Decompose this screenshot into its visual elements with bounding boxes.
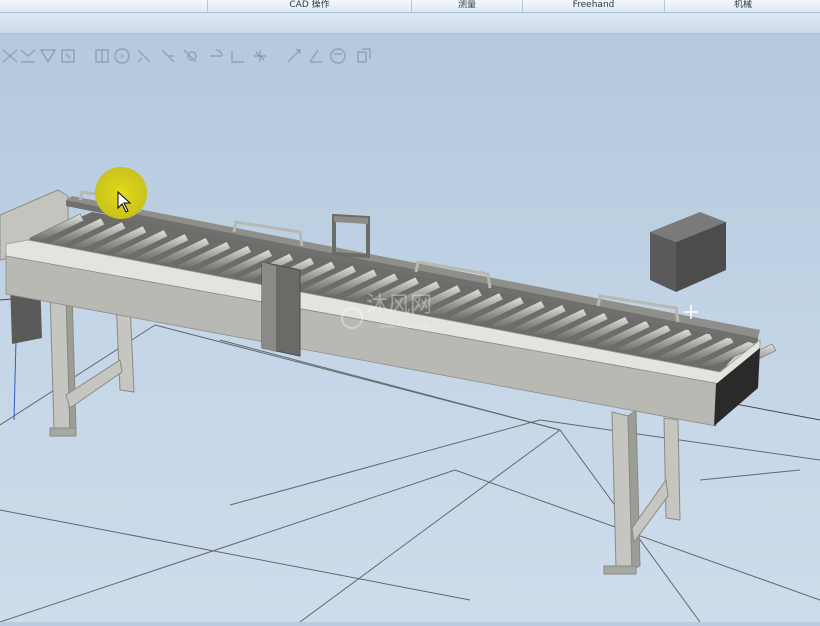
ribbon-tab-home[interactable] <box>0 0 206 12</box>
jog-icon[interactable] <box>284 44 304 68</box>
ribbon-tab-measure[interactable]: 测量 <box>411 0 522 12</box>
measure-line-icon[interactable] <box>134 44 154 68</box>
snap-grid-icon[interactable] <box>0 44 20 68</box>
copy-icon[interactable] <box>354 44 374 68</box>
measure-radius-icon[interactable] <box>206 44 226 68</box>
snap-circle-icon[interactable] <box>112 44 132 68</box>
snap-vertex-icon[interactable] <box>38 44 58 68</box>
measure-point-icon[interactable] <box>180 44 200 68</box>
rotate-icon[interactable] <box>328 44 348 68</box>
ribbon-tab-cad[interactable]: CAD 操作 <box>207 0 411 12</box>
snap-center-icon[interactable] <box>58 44 78 68</box>
svg-text:www.mfcad.com: www.mfcad.com <box>380 323 430 330</box>
ribbon-tab-bar: CAD 操作 测量 Freehand 机械 <box>0 0 820 13</box>
ribbon-tab-mechanism[interactable]: 机械 <box>664 0 820 12</box>
scene-canvas: 沐风网 www.mfcad.com <box>0 34 820 623</box>
snap-object-icon[interactable] <box>92 44 112 68</box>
svg-text:沐风网: 沐风网 <box>366 293 432 318</box>
angle-icon[interactable] <box>306 44 326 68</box>
measure-angle-icon[interactable] <box>158 44 178 68</box>
3d-viewport[interactable]: 沐风网 www.mfcad.com <box>0 34 820 623</box>
ribbon-tab-freehand[interactable]: Freehand <box>522 0 664 12</box>
snap-edge-icon[interactable] <box>18 44 38 68</box>
cursor-highlight <box>95 167 147 219</box>
measure-length-icon[interactable] <box>228 44 248 68</box>
snap-toolbar <box>0 44 420 70</box>
ribbon-panel-strip <box>0 13 820 34</box>
measure-target-icon[interactable] <box>250 44 270 68</box>
